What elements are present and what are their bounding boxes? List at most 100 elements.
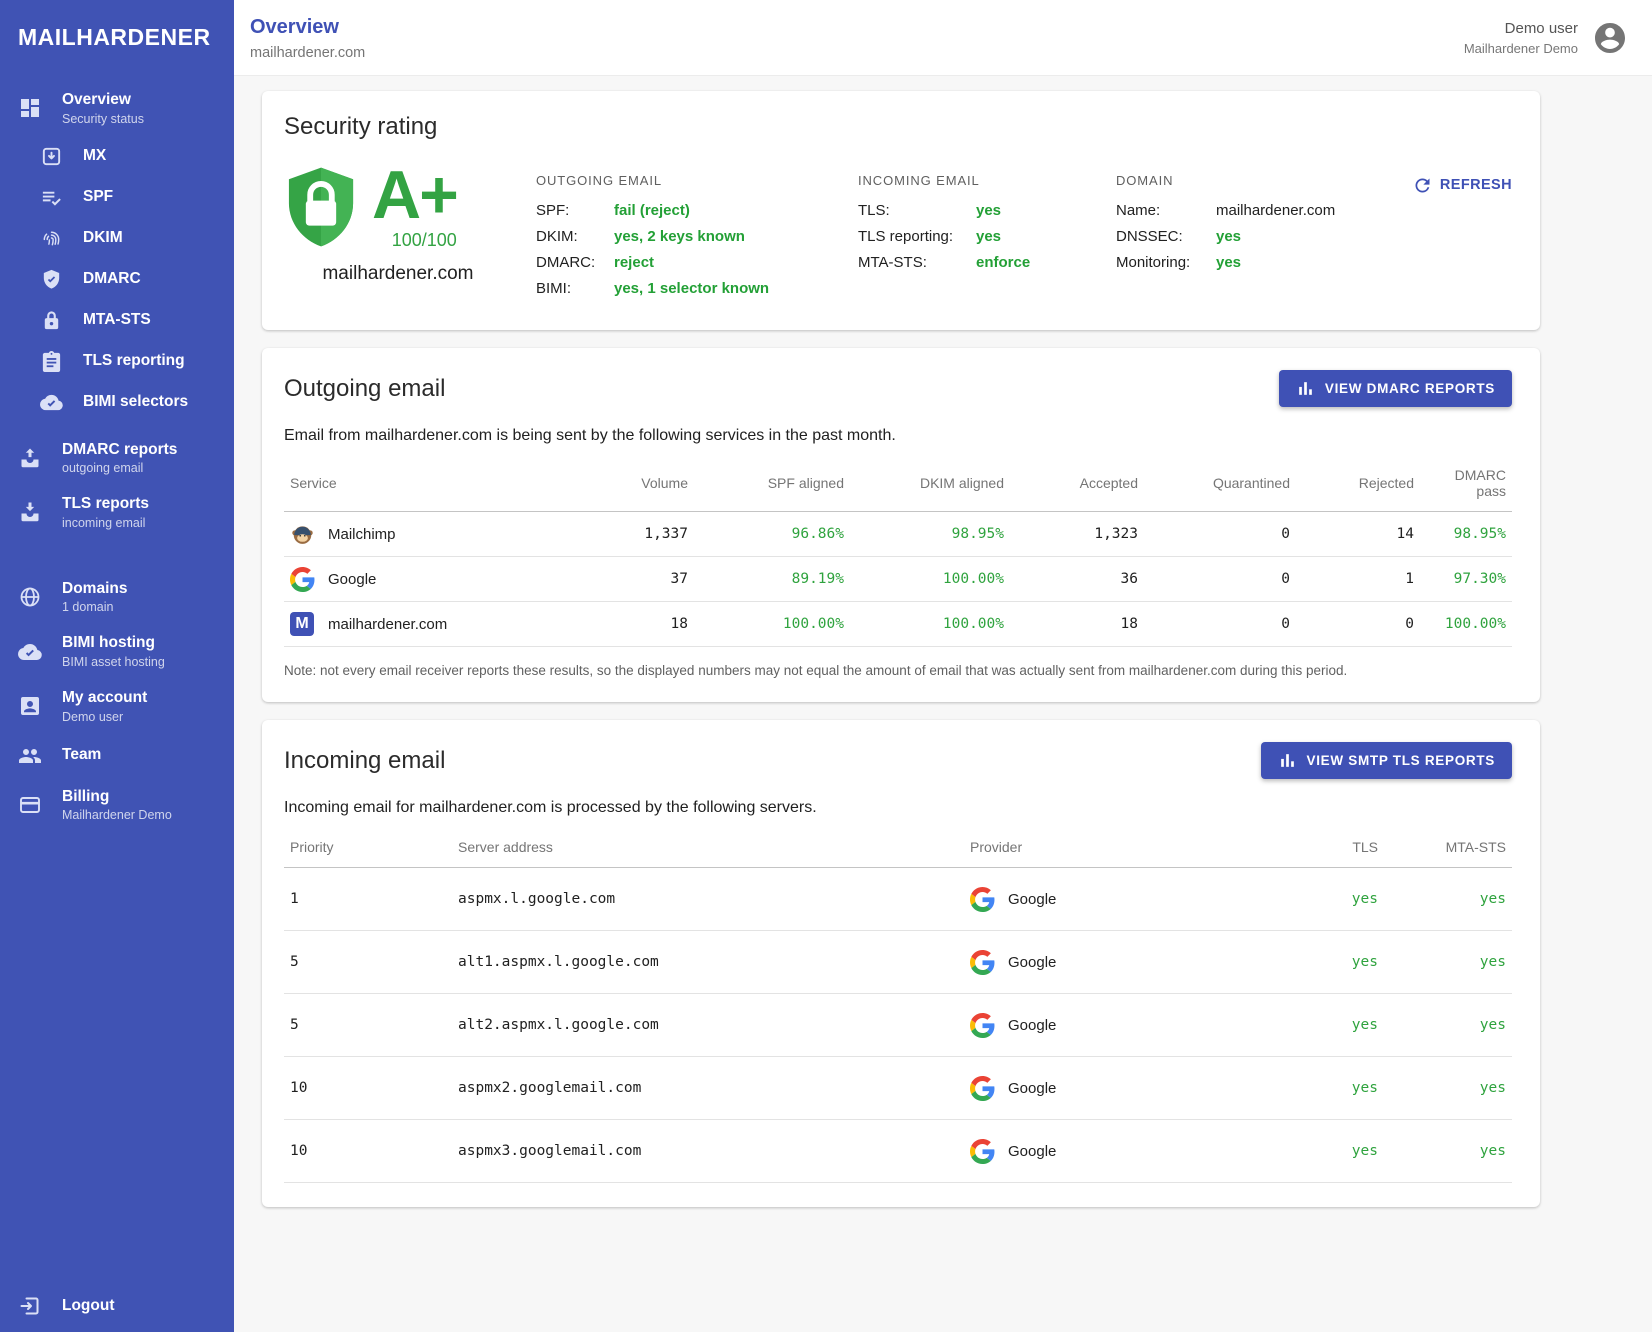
logout-button[interactable]: Logout: [0, 1284, 234, 1332]
sidebar-item-dmarc-reports[interactable]: DMARC reports outgoing email: [0, 431, 234, 486]
service-name: Mailchimp: [328, 526, 396, 543]
outgoing-table: Service Volume SPF aligned DKIM aligned …: [284, 457, 1512, 647]
column-header: Accepted: [1010, 457, 1144, 512]
sidebar-item-label: Team: [62, 746, 101, 765]
outgoing-email-card: Outgoing email VIEW DMARC REPORTS Email …: [262, 348, 1540, 702]
cell-priority: 10: [284, 1057, 452, 1120]
cell-dmarc-pass: 100.00%: [1420, 602, 1512, 647]
column-header: TLS: [1264, 829, 1384, 868]
sidebar-item-label: SPF: [83, 188, 113, 207]
account-box-icon: [18, 694, 42, 718]
cell-dkim: 100.00%: [850, 602, 1010, 647]
sidebar-item-sublabel: outgoing email: [62, 461, 177, 475]
provider-name: Google: [1008, 1017, 1056, 1034]
google-icon: [290, 567, 315, 592]
cell-priority: 5: [284, 994, 452, 1057]
sidebar-item-sublabel: Security status: [62, 112, 144, 126]
outgoing-description: Email from mailhardener.com is being sen…: [284, 427, 1512, 445]
service-name: mailhardener.com: [328, 616, 447, 633]
sidebar-item-dkim[interactable]: DKIM: [0, 218, 234, 259]
cell-dmarc-pass: 98.95%: [1420, 512, 1512, 557]
playlist-check-icon: [40, 186, 63, 209]
rating-heading: INCOMING EMAIL: [858, 173, 1116, 188]
sidebar-item-bimi-selectors[interactable]: BIMI selectors: [0, 382, 234, 423]
google-icon: [970, 887, 995, 912]
sidebar-item-spf[interactable]: SPF: [0, 177, 234, 218]
sidebar-item-mta-sts[interactable]: MTA-STS: [0, 300, 234, 341]
column-header: Service: [284, 457, 562, 512]
sidebar-item-billing[interactable]: Billing Mailhardener Demo: [0, 778, 234, 833]
sidebar-item-label: DMARC: [83, 270, 141, 289]
sidebar-item-label: MTA-STS: [83, 311, 151, 330]
sidebar-item-sublabel: incoming email: [62, 516, 149, 530]
view-dmarc-reports-button[interactable]: VIEW DMARC REPORTS: [1279, 370, 1512, 407]
outgoing-email-title: Outgoing email: [284, 375, 445, 403]
dashboard-icon: [18, 96, 42, 120]
table-row: 5 alt1.aspmx.l.google.com Google yes yes: [284, 931, 1512, 994]
page-title: Overview: [250, 16, 365, 39]
cell-tls: yes: [1264, 931, 1384, 994]
google-icon: [970, 950, 995, 975]
sidebar-item-overview[interactable]: Overview Security status: [0, 81, 234, 136]
column-header: SPF aligned: [694, 457, 850, 512]
cell-priority: 10: [284, 1120, 452, 1183]
rating-label: TLS:: [858, 202, 976, 219]
globe-icon: [18, 585, 42, 609]
column-header: Rejected: [1296, 457, 1420, 512]
cell-mta-sts: yes: [1384, 1120, 1512, 1183]
security-score: 100/100: [392, 230, 457, 251]
provider-name: Google: [1008, 1080, 1056, 1097]
column-header: Quarantined: [1144, 457, 1296, 512]
refresh-button[interactable]: REFRESH: [1412, 171, 1512, 199]
cell-rejected: 14: [1296, 512, 1420, 557]
credit-card-icon: [18, 793, 42, 817]
cell-priority: 5: [284, 931, 452, 994]
cell-rejected: 1: [1296, 557, 1420, 602]
sidebar-item-mx[interactable]: MX: [0, 136, 234, 177]
column-header: DKIM aligned: [850, 457, 1010, 512]
table-row: 10 aspmx3.googlemail.com Google yes yes: [284, 1120, 1512, 1183]
sidebar-item-bimi-hosting[interactable]: BIMI hosting BIMI asset hosting: [0, 624, 234, 679]
clipboard-icon: [40, 350, 63, 373]
score-block: A+ 100/100 mailhardener.com: [284, 165, 536, 306]
cell-server: alt1.aspmx.l.google.com: [452, 931, 964, 994]
cell-dkim: 98.95%: [850, 512, 1010, 557]
sidebar-item-tls-reporting[interactable]: TLS reporting: [0, 341, 234, 382]
user-name: Demo user: [1464, 20, 1578, 37]
cell-volume: 18: [562, 602, 694, 647]
cell-server: aspmx3.googlemail.com: [452, 1120, 964, 1183]
top-bar: Overview mailhardener.com Demo user Mail…: [234, 0, 1652, 76]
sidebar-item-dmarc[interactable]: DMARC: [0, 259, 234, 300]
cell-tls: yes: [1264, 1057, 1384, 1120]
rating-label: DMARC:: [536, 254, 614, 271]
rating-value: yes: [1216, 254, 1241, 271]
rating-value: reject: [614, 254, 654, 271]
rating-value: mailhardener.com: [1216, 202, 1335, 219]
sidebar-item-domains[interactable]: Domains 1 domain: [0, 570, 234, 625]
cell-mta-sts: yes: [1384, 1057, 1512, 1120]
outgoing-note: Note: not every email receiver reports t…: [284, 663, 1512, 678]
mailhardener-icon: M: [290, 612, 315, 637]
lock-icon: [40, 309, 63, 332]
cell-spf: 96.86%: [694, 512, 850, 557]
fingerprint-icon: [40, 227, 63, 250]
sidebar-item-team[interactable]: Team: [0, 734, 234, 778]
refresh-label: REFRESH: [1440, 177, 1512, 193]
bar-chart-icon: [1296, 379, 1315, 398]
column-header: DMARC pass: [1420, 457, 1512, 512]
provider-name: Google: [1008, 1143, 1056, 1160]
cell-quarantined: 0: [1144, 512, 1296, 557]
cell-accepted: 18: [1010, 602, 1144, 647]
sidebar-item-tls-reports[interactable]: TLS reports incoming email: [0, 485, 234, 540]
sidebar-item-label: DMARC reports: [62, 441, 177, 460]
sidebar: MAILHARDENER Overview Security status MX: [0, 0, 234, 1332]
mx-icon: [40, 145, 63, 168]
refresh-icon: [1412, 175, 1433, 196]
app-window: MAILHARDENER Overview Security status MX: [0, 0, 1652, 1332]
cell-rejected: 0: [1296, 602, 1420, 647]
avatar-icon[interactable]: [1592, 20, 1628, 56]
sidebar-item-sublabel: Mailhardener Demo: [62, 808, 172, 822]
mailchimp-icon: [290, 522, 315, 547]
sidebar-item-my-account[interactable]: My account Demo user: [0, 679, 234, 734]
view-smtp-tls-reports-button[interactable]: VIEW SMTP TLS REPORTS: [1261, 742, 1512, 779]
